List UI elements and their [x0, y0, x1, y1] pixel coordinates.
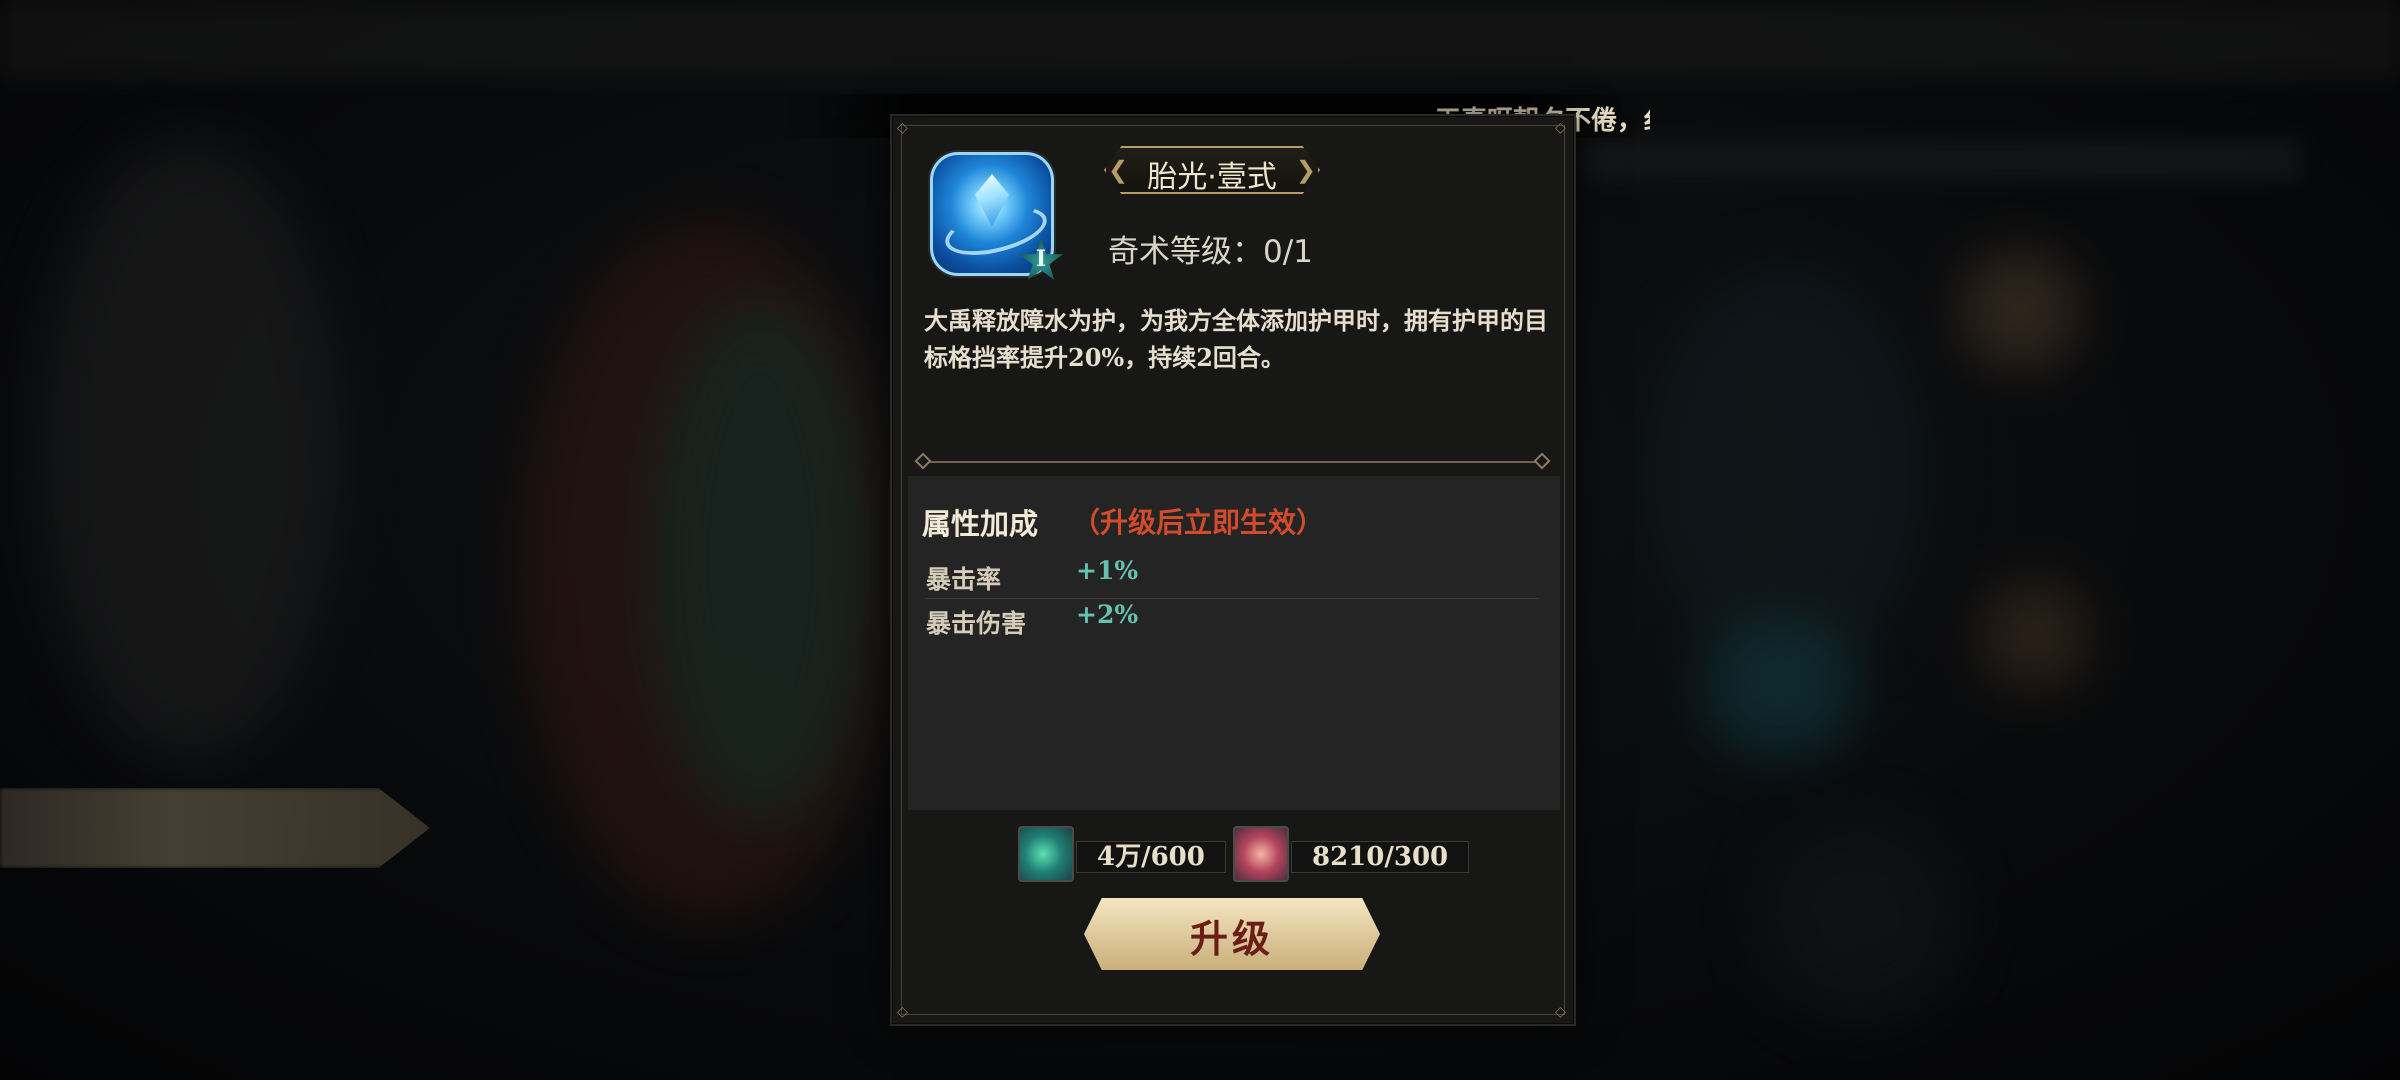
corner-ornament-icon: ◇ — [897, 120, 908, 136]
corner-ornament-icon: ◇ — [1555, 120, 1566, 136]
attribute-label: 暴击率 — [926, 565, 1002, 594]
section-divider — [922, 461, 1546, 463]
skill-description: 大禹释放障水为护，为我方全体添加护甲时，拥有护甲的目标格挡率提升20%，持续2回… — [924, 306, 1548, 372]
cost-amount: 4万/600 — [1076, 841, 1226, 873]
skill-level: 奇术等级：0/1 — [1108, 234, 1313, 270]
cost-amount: 8210/300 — [1291, 841, 1470, 873]
corner-ornament-icon: ◇ — [1555, 1004, 1566, 1020]
attribute-value: +2% — [1076, 600, 1139, 629]
skill-name-plate: ❮ ❯ 胎光·壹式 — [1104, 146, 1320, 195]
corner-ornament-icon: ◇ — [897, 1004, 908, 1020]
skill-name: 胎光·壹式 — [1147, 160, 1277, 195]
attribute-row: 暴击率 +1% — [926, 554, 1538, 599]
attribute-row: 暴击伤害 +2% — [926, 598, 1538, 642]
green-jade-material-icon[interactable] — [1018, 826, 1074, 882]
upgrade-button[interactable]: 升级 — [1084, 898, 1380, 970]
attribute-label: 暴击伤害 — [926, 609, 1027, 638]
attribute-value: +1% — [1076, 556, 1139, 585]
attribute-title: 属性加成 — [922, 507, 1039, 541]
upgrade-button-label: 升级 — [1189, 916, 1274, 961]
attribute-note: （升级后立即生效） — [1072, 506, 1325, 539]
skill-tier-badge-text: Ⅰ — [1035, 246, 1047, 272]
red-feather-material-icon[interactable] — [1233, 826, 1289, 882]
